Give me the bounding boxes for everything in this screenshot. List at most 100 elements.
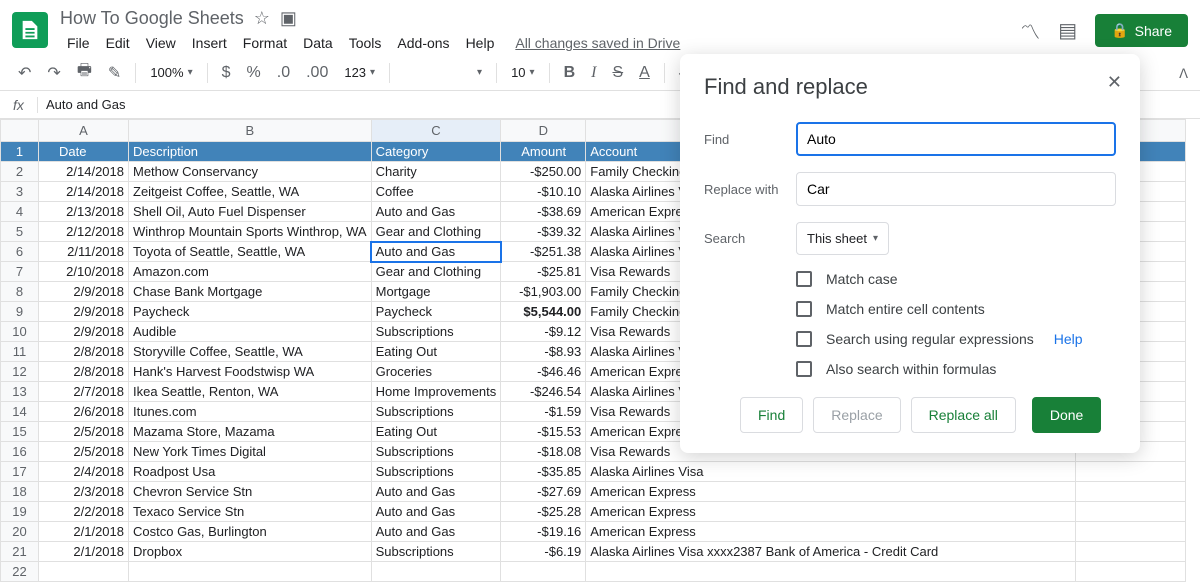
cell[interactable]: 2/1/2018 — [39, 522, 129, 542]
menu-view[interactable]: View — [139, 31, 183, 55]
cell[interactable]: 2/12/2018 — [39, 222, 129, 242]
entire-cell-checkbox[interactable] — [796, 301, 812, 317]
row-header[interactable]: 6 — [1, 242, 39, 262]
cell[interactable]: Subscriptions — [371, 462, 501, 482]
done-button[interactable]: Done — [1032, 397, 1101, 433]
cell[interactable]: Eating Out — [371, 422, 501, 442]
zoom-select[interactable]: 100%▾ — [144, 61, 198, 84]
cell[interactable]: 2/5/2018 — [39, 442, 129, 462]
col-header-b[interactable]: B — [129, 120, 372, 142]
cell[interactable]: American Express — [586, 482, 1076, 502]
col-header-d[interactable]: D — [501, 120, 586, 142]
cell[interactable]: -$250.00 — [501, 162, 586, 182]
cell[interactable] — [39, 562, 129, 582]
cell[interactable]: 2/6/2018 — [39, 402, 129, 422]
doc-title[interactable]: How To Google Sheets — [60, 8, 244, 29]
save-status[interactable]: All changes saved in Drive — [515, 31, 680, 55]
header-cell[interactable]: Date — [39, 142, 129, 162]
cell[interactable]: -$6.19 — [501, 542, 586, 562]
cell[interactable]: Auto and Gas — [371, 202, 501, 222]
cell[interactable]: Hank's Harvest Foodstwisp WA — [129, 362, 372, 382]
row-header[interactable]: 8 — [1, 282, 39, 302]
table-row[interactable]: 192/2/2018Texaco Service StnAuto and Gas… — [1, 502, 1186, 522]
decrease-decimal-icon[interactable]: .0 — [271, 60, 296, 86]
cell[interactable] — [586, 562, 1076, 582]
cell[interactable] — [501, 562, 586, 582]
cell[interactable]: 2/14/2018 — [39, 182, 129, 202]
cell[interactable] — [1076, 542, 1186, 562]
cell[interactable] — [1076, 482, 1186, 502]
cell[interactable]: 2/9/2018 — [39, 282, 129, 302]
paint-format-icon[interactable]: ✎ — [102, 59, 127, 87]
cell[interactable]: 2/3/2018 — [39, 482, 129, 502]
row-header[interactable]: 11 — [1, 342, 39, 362]
cell[interactable]: -$25.28 — [501, 502, 586, 522]
header-cell[interactable]: Amount — [501, 142, 586, 162]
header-cell[interactable]: Description — [129, 142, 372, 162]
replace-all-button[interactable]: Replace all — [911, 397, 1016, 433]
cell[interactable]: Mazama Store, Mazama — [129, 422, 372, 442]
search-scope-select[interactable]: This sheet▾ — [796, 222, 889, 255]
cell[interactable]: Auto and Gas — [371, 502, 501, 522]
cell[interactable]: American Express — [586, 502, 1076, 522]
increase-decimal-icon[interactable]: .00 — [300, 60, 334, 86]
table-row[interactable]: 172/4/2018Roadpost UsaSubscriptions-$35.… — [1, 462, 1186, 482]
row-header[interactable]: 7 — [1, 262, 39, 282]
currency-icon[interactable]: $ — [216, 60, 237, 86]
cell[interactable]: Alaska Airlines Visa xxxx2387 Bank of Am… — [586, 542, 1076, 562]
row-header[interactable]: 14 — [1, 402, 39, 422]
menu-addons[interactable]: Add-ons — [390, 31, 456, 55]
cell[interactable]: -$1.59 — [501, 402, 586, 422]
select-all-corner[interactable] — [1, 120, 39, 142]
cell[interactable]: -$1,903.00 — [501, 282, 586, 302]
cell[interactable]: 2/10/2018 — [39, 262, 129, 282]
menu-edit[interactable]: Edit — [99, 31, 137, 55]
cell[interactable] — [1076, 562, 1186, 582]
percent-icon[interactable]: % — [241, 60, 267, 86]
find-button[interactable]: Find — [740, 397, 803, 433]
cell[interactable] — [129, 562, 372, 582]
cell[interactable]: Subscriptions — [371, 542, 501, 562]
replace-input[interactable] — [796, 172, 1116, 206]
cell[interactable]: -$35.85 — [501, 462, 586, 482]
col-header-c[interactable]: C — [371, 120, 501, 142]
cell[interactable]: Subscriptions — [371, 442, 501, 462]
cell[interactable]: Chase Bank Mortgage — [129, 282, 372, 302]
cell[interactable]: 2/7/2018 — [39, 382, 129, 402]
menu-format[interactable]: Format — [236, 31, 294, 55]
menu-file[interactable]: File — [60, 31, 97, 55]
cell[interactable]: -$27.69 — [501, 482, 586, 502]
cell[interactable]: Coffee — [371, 182, 501, 202]
cell[interactable]: -$18.08 — [501, 442, 586, 462]
row-header[interactable]: 2 — [1, 162, 39, 182]
cell[interactable]: Zeitgeist Coffee, Seattle, WA — [129, 182, 372, 202]
cell[interactable]: Texaco Service Stn — [129, 502, 372, 522]
menu-help[interactable]: Help — [459, 31, 502, 55]
cell[interactable]: Gear and Clothing — [371, 222, 501, 242]
cell[interactable]: Groceries — [371, 362, 501, 382]
cell[interactable]: Shell Oil, Auto Fuel Dispenser — [129, 202, 372, 222]
cell[interactable]: Eating Out — [371, 342, 501, 362]
menu-tools[interactable]: Tools — [342, 31, 389, 55]
row-header[interactable]: 10 — [1, 322, 39, 342]
cell[interactable]: Charity — [371, 162, 501, 182]
header-cell[interactable]: Category — [371, 142, 501, 162]
cell[interactable] — [1076, 462, 1186, 482]
cell[interactable] — [1076, 502, 1186, 522]
cell[interactable]: Costco Gas, Burlington — [129, 522, 372, 542]
font-size-select[interactable]: 10▾ — [505, 61, 541, 84]
table-row[interactable]: 22 — [1, 562, 1186, 582]
cell[interactable]: 2/4/2018 — [39, 462, 129, 482]
cell[interactable]: Winthrop Mountain Sports Winthrop, WA — [129, 222, 372, 242]
cell[interactable]: Itunes.com — [129, 402, 372, 422]
move-to-folder-icon[interactable]: ▣ — [280, 8, 297, 29]
cell[interactable]: 2/8/2018 — [39, 342, 129, 362]
cell[interactable]: American Express — [586, 522, 1076, 542]
row-header[interactable]: 20 — [1, 522, 39, 542]
comments-icon[interactable]: ▤ — [1058, 18, 1077, 43]
cell[interactable]: 2/14/2018 — [39, 162, 129, 182]
collapse-toolbar-icon[interactable]: ᐱ — [1179, 66, 1188, 82]
cell[interactable]: 2/9/2018 — [39, 322, 129, 342]
regex-help-link[interactable]: Help — [1054, 331, 1083, 347]
strikethrough-icon[interactable]: S — [606, 60, 629, 86]
